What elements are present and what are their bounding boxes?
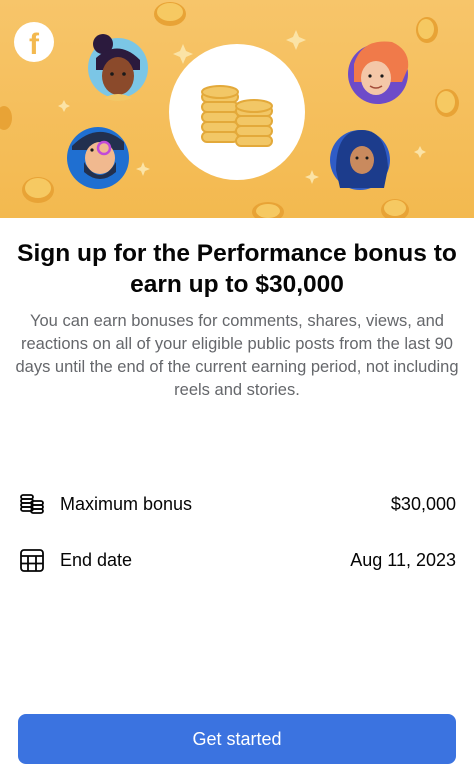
detail-label: End date (60, 549, 133, 570)
coin-stack-icon (18, 490, 46, 518)
calendar-icon (18, 546, 46, 574)
detail-value: $30,000 (390, 493, 456, 514)
avatar (88, 34, 148, 101)
banner-illustration (0, 2, 459, 218)
detail-row-end-date: End date Aug 11, 2023 (18, 545, 456, 575)
avatar (67, 127, 129, 189)
facebook-logo-icon: f (14, 22, 54, 62)
page-title: Sign up for the Performance bonus to ear… (17, 240, 457, 298)
bonus-description: You can earn bonuses for comments, share… (15, 312, 459, 399)
detail-row-maximum-bonus: Maximum bonus $30,000 (18, 489, 456, 519)
avatar (348, 41, 409, 104)
get-started-button[interactable]: Get started (18, 714, 456, 764)
detail-label: Maximum bonus (60, 493, 193, 514)
get-started-label: Get started (192, 728, 282, 749)
avatar (330, 130, 390, 190)
coin-stack-icon (169, 44, 305, 180)
promo-banner: f (0, 0, 474, 218)
detail-value: Aug 11, 2023 (350, 549, 456, 570)
